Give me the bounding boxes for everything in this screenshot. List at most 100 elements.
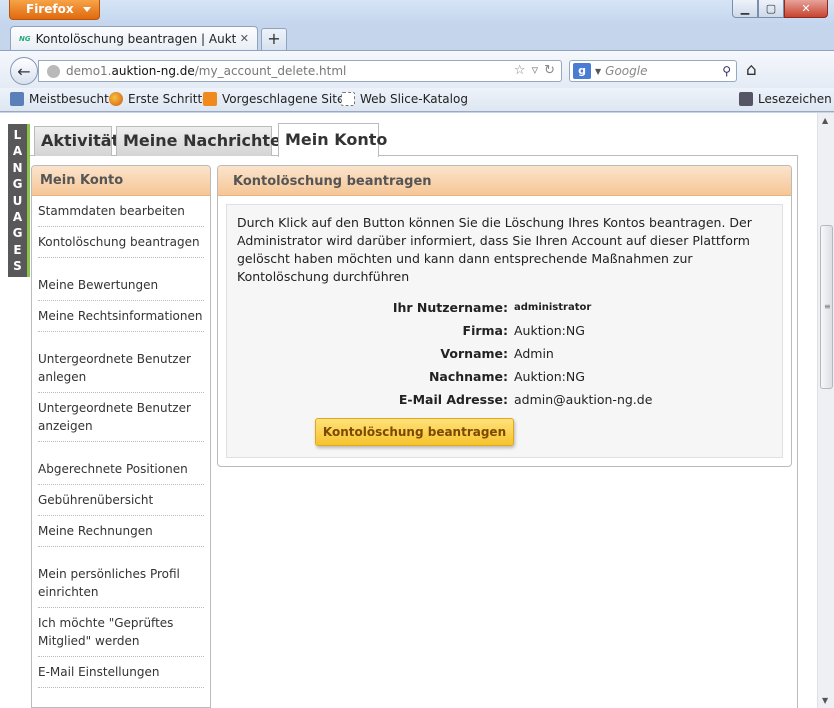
sidebar-item-abgerechnete-positionen[interactable]: Abgerechnete Positionen bbox=[38, 454, 204, 485]
account-info: Ihr Nutzername: administrator Firma: Aukti… bbox=[237, 296, 772, 411]
scroll-up-icon[interactable]: ▲ bbox=[822, 116, 828, 125]
bookmark-erste-schritte[interactable]: Erste Schritte bbox=[109, 92, 210, 106]
maximize-button[interactable]: ▢ bbox=[758, 0, 784, 18]
window-controls: ▁ ▢ ✕ bbox=[732, 0, 828, 18]
firefox-menu-button[interactable]: Firefox bbox=[9, 0, 100, 20]
bookmark-label: Erste Schritte bbox=[128, 92, 210, 106]
sidebar-title: Mein Konto bbox=[32, 166, 210, 196]
tab-aktivitaet[interactable]: Aktivität bbox=[34, 126, 119, 156]
reload-icon[interactable]: ↻ bbox=[544, 63, 555, 78]
sidebar-item-stammdaten[interactable]: Stammdaten bearbeiten bbox=[38, 196, 204, 227]
url-text: demo1.auktion-ng.de/my_account_delete.ht… bbox=[66, 64, 346, 78]
request-deletion-button[interactable]: Kontolöschung beantragen bbox=[315, 418, 514, 446]
bookmarks-toolbar: Meistbesucht Erste Schritte Vorgeschlage… bbox=[0, 88, 834, 112]
url-path: /my_account_delete.html bbox=[194, 64, 347, 78]
field-label: Firma: bbox=[462, 323, 508, 338]
bookmark-label: Vorgeschlagene Sites bbox=[222, 92, 351, 106]
minimize-button[interactable]: ▁ bbox=[732, 0, 758, 18]
languages-letter: G bbox=[12, 226, 23, 241]
firefox-icon bbox=[109, 92, 123, 106]
bookmarks-menu-label: Lesezeichen bbox=[758, 92, 832, 106]
bookmark-web-slice-katalog[interactable]: Web Slice-Katalog bbox=[341, 92, 468, 106]
url-prefix: demo1. bbox=[66, 64, 112, 78]
sidebar-item-benutzer-anzeigen[interactable]: Untergeordnete Benutzer anzeigen bbox=[38, 393, 204, 442]
languages-letter: N bbox=[12, 160, 23, 175]
tab-mein-konto[interactable]: Mein Konto bbox=[278, 123, 387, 157]
info-row: Vorname: Admin bbox=[237, 342, 772, 365]
languages-tab[interactable]: L A N G U A G E S bbox=[8, 124, 30, 277]
scrollbar-thumb[interactable]: ≡ bbox=[820, 225, 833, 389]
url-domain: auktion-ng.de bbox=[111, 64, 195, 78]
sidebar-item-email-einstellungen[interactable]: E-Mail Einstellungen bbox=[38, 657, 204, 688]
maximize-icon: ▢ bbox=[765, 2, 777, 15]
info-row: Ihr Nutzername: administrator bbox=[237, 296, 772, 319]
browser-tabstrip: NG Kontolöschung beantragen | Auktion:N.… bbox=[0, 24, 834, 50]
sidebar-item-gepruftes-mitglied[interactable]: Ich möchte "Geprüftes Mitglied" werden bbox=[38, 608, 204, 657]
back-button[interactable]: ← bbox=[10, 57, 38, 85]
field-value: Admin bbox=[514, 346, 554, 361]
close-icon: ✕ bbox=[801, 2, 811, 15]
lightbulb-icon bbox=[203, 92, 217, 106]
panel-body: Durch Klick auf den Button können Sie di… bbox=[226, 204, 783, 458]
tab-meine-nachrichten[interactable]: Meine Nachrichten bbox=[116, 126, 292, 156]
arrow-left-icon: ← bbox=[17, 61, 31, 81]
bookmark-vorgeschlagene-sites[interactable]: Vorgeschlagene Sites bbox=[203, 92, 351, 106]
field-value: admin@auktion-ng.de bbox=[514, 392, 653, 407]
google-icon[interactable]: g bbox=[573, 63, 591, 79]
home-button[interactable]: ⌂ bbox=[746, 60, 757, 80]
sidebar-item-profil[interactable]: Mein persönliches Profil einrichten bbox=[38, 559, 204, 608]
sidebar-item-rechtsinformationen[interactable]: Meine Rechtsinformationen bbox=[38, 301, 204, 332]
scroll-down-icon[interactable]: ▼ bbox=[822, 696, 828, 705]
close-window-button[interactable]: ✕ bbox=[784, 0, 828, 18]
search-bar[interactable]: g ▼ Google ⚲ bbox=[569, 60, 737, 82]
url-bar[interactable]: demo1.auktion-ng.de/my_account_delete.ht… bbox=[38, 60, 562, 82]
site-favicon-icon: NG bbox=[19, 34, 31, 43]
languages-letter: E bbox=[13, 242, 22, 257]
info-row: Nachname: Auktion:NG bbox=[237, 365, 772, 388]
navigation-toolbar: ← demo1.auktion-ng.de/my_account_delete.… bbox=[0, 50, 834, 88]
folder-icon bbox=[10, 92, 24, 106]
new-tab-button[interactable]: + bbox=[261, 28, 287, 50]
field-label: Ihr Nutzername: bbox=[392, 300, 508, 315]
languages-letter: G bbox=[12, 177, 23, 192]
window-titlebar: Firefox ▁ ▢ ✕ bbox=[0, 0, 834, 24]
bookmark-meistbesucht[interactable]: Meistbesucht bbox=[10, 92, 109, 106]
bookmark-star-icon[interactable]: ☆ bbox=[514, 63, 526, 78]
panel-description: Durch Klick auf den Button können Sie di… bbox=[237, 215, 752, 284]
home-icon: ⌂ bbox=[746, 60, 757, 80]
chevron-down-icon bbox=[83, 7, 91, 12]
sidebar-item-kontoloeschung[interactable]: Kontolöschung beantragen bbox=[38, 227, 204, 258]
bookmarks-menu-button[interactable]: Lesezeichen bbox=[739, 92, 832, 106]
delete-account-panel: Kontolöschung beantragen Durch Klick auf… bbox=[217, 165, 792, 467]
sidebar-menu: Stammdaten bearbeiten Kontolöschung bean… bbox=[32, 196, 210, 688]
field-label: Nachname: bbox=[428, 369, 508, 384]
bookmark-label: Meistbesucht bbox=[29, 92, 109, 106]
panel-title: Kontolöschung beantragen bbox=[218, 166, 791, 196]
globe-icon bbox=[47, 64, 60, 78]
browser-tab-active[interactable]: NG Kontolöschung beantragen | Auktion:N.… bbox=[10, 26, 258, 50]
field-label: Vorname: bbox=[440, 346, 508, 361]
languages-letter: L bbox=[13, 128, 22, 142]
browser-tab-title: Kontolöschung beantragen | Auktion:N... bbox=[35, 31, 236, 46]
sidebar-item-benutzer-anlegen[interactable]: Untergeordnete Benutzer anlegen bbox=[38, 344, 204, 393]
dropdown-arrow-icon[interactable]: ▿ bbox=[532, 63, 539, 78]
account-sidebar: Mein Konto Stammdaten bearbeiten Kontolö… bbox=[31, 165, 211, 708]
plus-icon: + bbox=[267, 29, 281, 48]
search-placeholder: Google bbox=[605, 64, 648, 78]
bookmark-label: Web Slice-Katalog bbox=[360, 92, 468, 106]
bookmarks-star-icon bbox=[739, 92, 753, 106]
sidebar-item-gebuehrenuebersicht[interactable]: Gebührenübersicht bbox=[38, 485, 204, 516]
vertical-scrollbar[interactable]: ▲ ≡ ▼ bbox=[817, 113, 834, 708]
url-bar-icons: ☆ ▿ ↻ bbox=[514, 63, 555, 78]
languages-letter: A bbox=[12, 144, 23, 159]
search-engine-dropdown-icon[interactable]: ▼ bbox=[595, 67, 601, 76]
sidebar-item-bewertungen[interactable]: Meine Bewertungen bbox=[38, 270, 204, 301]
web-slice-icon bbox=[341, 92, 355, 106]
field-value: Auktion:NG bbox=[514, 323, 585, 338]
search-icon[interactable]: ⚲ bbox=[722, 64, 731, 78]
field-value: administrator bbox=[514, 302, 592, 313]
tab-close-icon[interactable]: ✕ bbox=[240, 32, 249, 45]
field-label: E-Mail Adresse: bbox=[398, 392, 508, 407]
firefox-menu-label: Firefox bbox=[26, 2, 74, 16]
sidebar-item-rechnungen[interactable]: Meine Rechnungen bbox=[38, 516, 204, 547]
